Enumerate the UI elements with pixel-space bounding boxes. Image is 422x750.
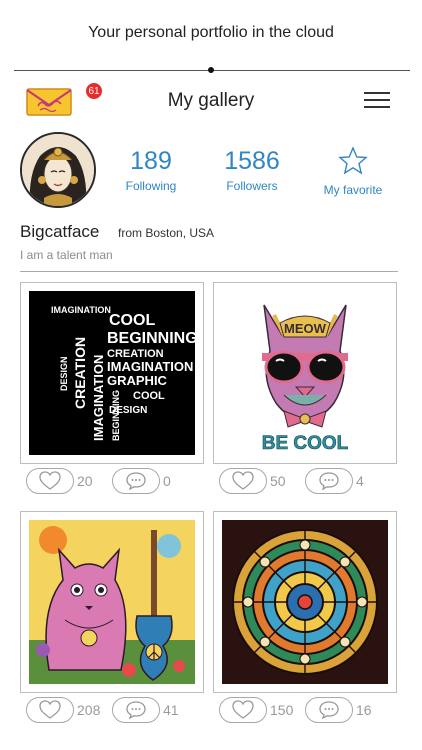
art-word-graphic: GRAPHIC [107,373,168,388]
username: Bigcatface [20,222,100,241]
like-button[interactable]: 50 [219,468,286,494]
art-word-meow: MEOW [284,321,327,336]
profile-summary: 189 Following 1586 Followers My favorite [0,132,422,212]
art-word-be-cool: BE COOL [262,433,349,454]
following-count: 189 [130,147,172,175]
like-count: 50 [270,473,286,489]
artwork-image: IMAGINATION COOL BEGINNING CREATION IMAG… [29,291,195,455]
heart-icon [39,471,61,490]
artwork-image [222,520,388,684]
star-outline-icon [338,146,368,175]
comment-button[interactable]: 16 [305,697,372,723]
comment-button[interactable]: 0 [112,468,171,494]
following-stat[interactable]: 189 Following [116,146,186,193]
speech-bubble-icon [126,472,146,491]
artwork-image [29,520,195,684]
avatar[interactable] [20,132,96,208]
following-label: Following [125,179,177,193]
art-word-creation-vertical: CREATION [72,337,88,409]
heart-icon [232,471,254,490]
comment-count: 4 [356,473,364,489]
page-title: My gallery [167,90,255,111]
comment-button[interactable]: 4 [305,468,364,494]
gallery-item-typography-heart[interactable]: IMAGINATION COOL BEGINNING CREATION IMAG… [20,282,204,464]
user-location: from Boston, USA [118,226,215,240]
artwork-image: MEOW BE COOL [222,291,388,455]
art-word-cool-2: COOL [133,390,165,402]
my-favorite-label: My favorite [323,183,383,197]
my-favorite-button[interactable]: My favorite [318,146,388,197]
art-word-imagination-2: IMAGINATION [107,359,193,374]
comment-count: 16 [356,702,372,718]
app-tagline: Your personal portfolio in the cloud [88,24,334,41]
heart-icon [232,700,254,719]
speech-bubble-icon [319,701,339,720]
speech-bubble-icon [126,701,146,720]
comment-count: 41 [163,702,179,718]
art-word-beginning: BEGINNING [107,330,195,347]
app-header: 61 My gallery [0,80,422,124]
like-count: 20 [77,473,93,489]
hamburger-menu-icon[interactable] [364,92,390,110]
like-button[interactable]: 150 [219,697,293,723]
followers-label: Followers [226,179,278,193]
art-word-beginning-vertical: BEGINNING [111,390,121,441]
like-count: 208 [77,702,101,718]
followers-stat[interactable]: 1586 Followers [214,146,290,193]
gallery-item-paisley-cat[interactable] [20,511,204,693]
followers-count: 1586 [224,147,280,175]
speech-bubble-icon [319,472,339,491]
art-word-cool: COOL [109,312,155,329]
gallery-item-cool-cat[interactable]: MEOW BE COOL [213,282,397,464]
profile-divider [20,271,398,272]
like-count: 150 [270,702,294,718]
art-word-imagination: IMAGINATION [51,305,111,315]
heart-icon [39,700,61,719]
like-button[interactable]: 20 [26,468,93,494]
art-word-imagination-vertical: IMAGINATION [91,355,106,441]
gallery-item-mandala[interactable] [213,511,397,693]
comment-count: 0 [163,473,171,489]
page-indicator-dot [208,67,214,73]
like-button[interactable]: 208 [26,697,100,723]
comment-button[interactable]: 41 [112,697,179,723]
art-word-design-vertical: DESIGN [59,356,69,391]
user-bio: I am a talent man [20,248,113,262]
